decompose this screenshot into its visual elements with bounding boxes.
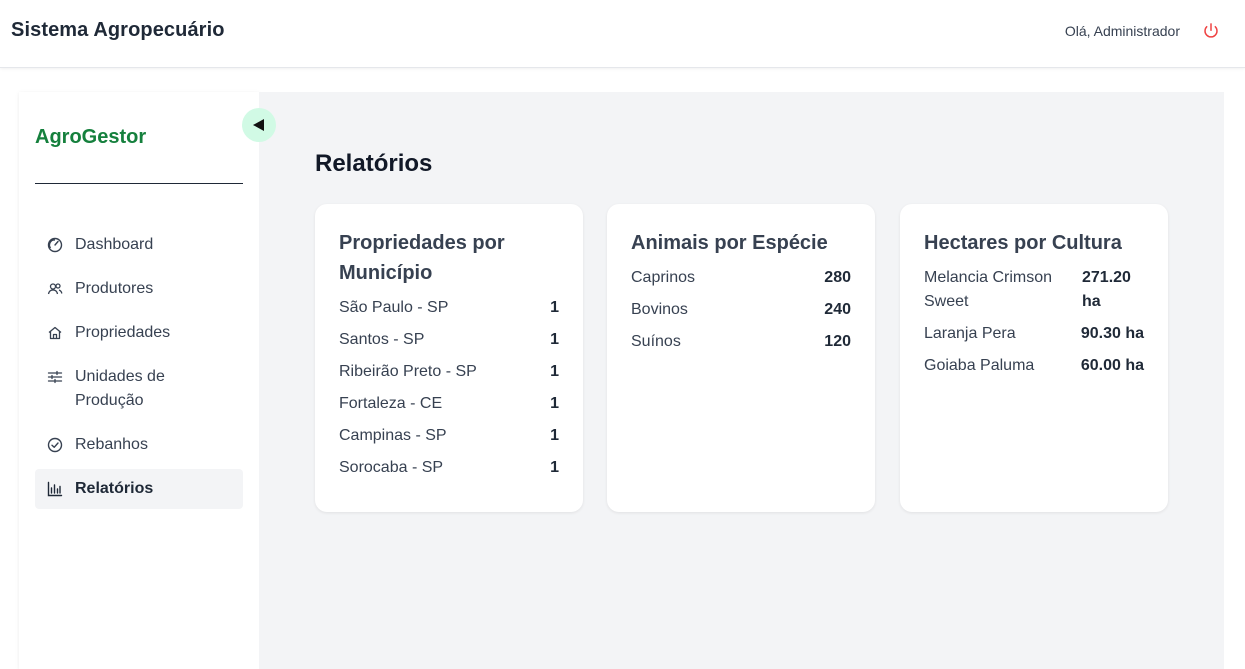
sidebar-item-label: Relatórios xyxy=(75,480,154,497)
power-icon xyxy=(1204,23,1218,38)
sidebar-item-label: Dashboard xyxy=(75,236,154,253)
check-circle-icon xyxy=(47,433,63,457)
row-label: Ribeirão Preto - SP xyxy=(339,363,477,380)
dashboard-icon xyxy=(47,233,63,257)
list-item: Fortaleza - CE 1 xyxy=(339,392,559,416)
row-value: 240 xyxy=(824,301,851,318)
page-title: Relatórios xyxy=(315,150,433,177)
list-item: Campinas - SP 1 xyxy=(339,424,559,448)
sidebar-item-label: Produtores xyxy=(75,280,154,297)
list-item: Goiaba Paluma 60.00 ha xyxy=(924,354,1144,378)
list-item: Caprinos 280 xyxy=(631,266,851,290)
row-label: Caprinos xyxy=(631,269,696,286)
main-content: Relatórios Propriedades por Município Sã… xyxy=(259,92,1224,669)
sidebar-item-dashboard[interactable]: Dashboard xyxy=(35,225,243,265)
app-title: Sistema Agropecuário xyxy=(11,19,225,41)
sidebar-item-label: Rebanhos xyxy=(75,436,148,453)
sidebar-item-rebanhos[interactable]: Rebanhos xyxy=(35,425,243,465)
row-value: 1 xyxy=(550,395,559,412)
list-item: Suínos 120 xyxy=(631,330,851,354)
sidebar-item-label: Propriedades xyxy=(75,324,171,341)
user-greeting: Olá, Administrador xyxy=(1064,23,1180,39)
sidebar-item-propriedades[interactable]: Propriedades xyxy=(35,313,243,353)
brand-logo[interactable]: AgroGestor xyxy=(35,126,146,149)
row-label: São Paulo - SP xyxy=(339,299,449,316)
row-label: Santos - SP xyxy=(339,331,425,348)
logout-button[interactable] xyxy=(1201,21,1221,41)
sidebar-nav: Dashboard Produtores Propriedades Unidad… xyxy=(35,225,243,513)
report-card-hectares: Hectares por Cultura Melancia Crimson Sw… xyxy=(900,204,1168,512)
row-label: Sorocaba - SP xyxy=(339,459,444,476)
row-value: 1 xyxy=(550,331,559,348)
list-item: Laranja Pera 90.30 ha xyxy=(924,322,1144,346)
card-title: Animais por Espécie xyxy=(631,232,828,254)
row-label: Laranja Pera xyxy=(924,325,1016,342)
row-label: Campinas - SP xyxy=(339,427,447,444)
sliders-icon xyxy=(47,365,63,389)
row-value: 60.00 ha xyxy=(1080,357,1144,374)
row-label: Bovinos xyxy=(631,301,688,318)
list-item: Melancia Crimson Sweet 271.20 ha xyxy=(924,266,1144,314)
home-icon xyxy=(47,321,63,345)
row-value: 1 xyxy=(550,363,559,380)
row-label: Goiaba Paluma xyxy=(924,357,1035,374)
row-value: 1 xyxy=(550,459,559,476)
users-icon xyxy=(47,277,63,301)
row-value: 90.30 ha xyxy=(1080,325,1144,342)
divider xyxy=(35,183,243,184)
sidebar-collapse-button[interactable] xyxy=(242,108,276,142)
sidebar: AgroGestor Dashboard Produtores Propried… xyxy=(19,92,276,669)
row-label: Melancia Crimson Sweet xyxy=(924,269,1053,310)
list-item: Sorocaba - SP 1 xyxy=(339,456,559,480)
list-item: São Paulo - SP 1 xyxy=(339,296,559,320)
row-value: 280 xyxy=(824,269,851,286)
sidebar-item-produtores[interactable]: Produtores xyxy=(35,269,243,309)
row-label: Suínos xyxy=(631,333,681,350)
top-header: Sistema Agropecuário Olá, Administrador xyxy=(0,0,1245,68)
card-title: Propriedades por Município xyxy=(339,232,505,284)
row-label: Fortaleza - CE xyxy=(339,395,443,412)
card-title: Hectares por Cultura xyxy=(924,232,1122,254)
row-value: 1 xyxy=(550,299,559,316)
list-item: Bovinos 240 xyxy=(631,298,851,322)
sidebar-item-unidades[interactable]: Unidades de Produção xyxy=(35,357,243,421)
triangle-left-icon xyxy=(253,119,264,131)
bar-chart-icon xyxy=(47,477,63,501)
row-value: 1 xyxy=(550,427,559,444)
list-item: Santos - SP 1 xyxy=(339,328,559,352)
report-card-animais: Animais por Espécie Caprinos 280 Bovinos… xyxy=(607,204,875,512)
row-value: 120 xyxy=(824,333,851,350)
report-card-propriedades: Propriedades por Município São Paulo - S… xyxy=(315,204,583,512)
sidebar-item-relatorios[interactable]: Relatórios xyxy=(35,469,243,509)
row-value: 271.20 ha xyxy=(1082,269,1131,310)
list-item: Ribeirão Preto - SP 1 xyxy=(339,360,559,384)
sidebar-item-label: Unidades de Produção xyxy=(75,368,165,409)
